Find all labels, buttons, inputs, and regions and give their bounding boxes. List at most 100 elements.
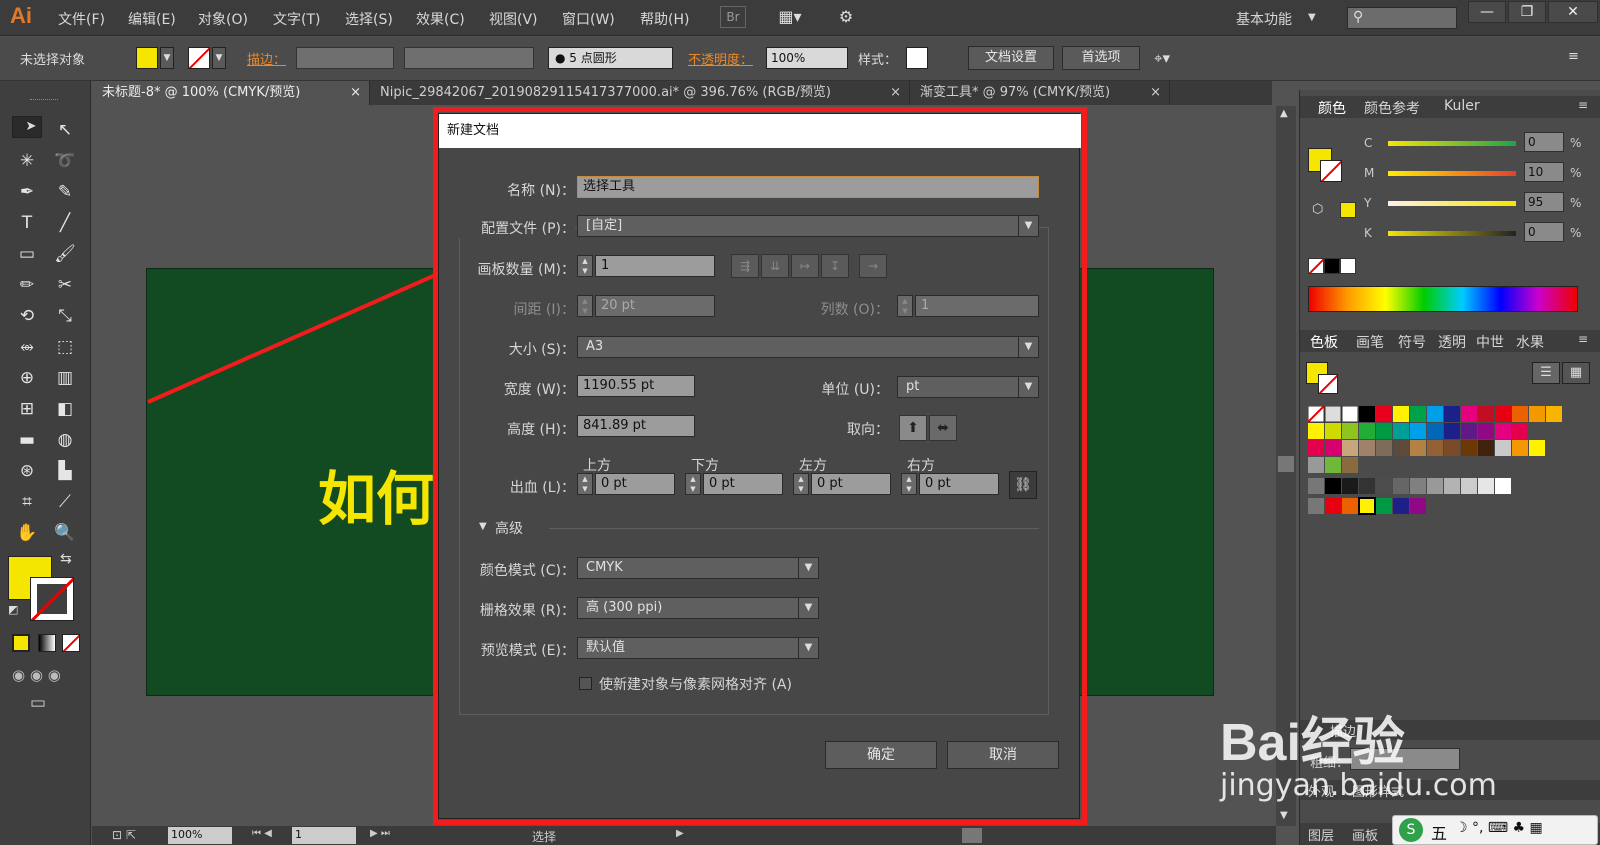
chevron-down-icon[interactable]: ▼ bbox=[479, 521, 487, 532]
opacity-link[interactable]: 不透明度： bbox=[688, 53, 753, 68]
artboard-tool-icon[interactable]: ⌗ bbox=[12, 488, 42, 516]
shape-builder-tool-icon[interactable]: ⊕ bbox=[12, 364, 42, 392]
ime-mode-label[interactable]: 五 bbox=[1431, 820, 1447, 844]
color-mode-select[interactable]: CMYK ▼ bbox=[577, 557, 819, 579]
measure-tool-icon[interactable]: ▬ bbox=[12, 426, 42, 454]
close-icon[interactable]: × bbox=[890, 81, 901, 105]
raster-effects-select[interactable]: 高 (300 ppi) ▼ bbox=[577, 597, 819, 619]
tab-gradient-tool[interactable]: 渐变工具* @ 97% (CMYK/预览) × bbox=[910, 81, 1170, 105]
unit-select[interactable]: pt ▼ bbox=[897, 376, 1039, 398]
close-icon[interactable]: × bbox=[350, 81, 361, 105]
tab-color[interactable]: 颜色 bbox=[1318, 98, 1346, 118]
profile-select[interactable]: [自定] ▼ bbox=[577, 215, 1039, 237]
bleed-right-input[interactable]: 0 pt bbox=[919, 473, 999, 495]
bleed-left-stepper[interactable]: ▲ ▼ bbox=[793, 473, 809, 495]
zoom-input[interactable]: 100% bbox=[168, 827, 232, 844]
channel-c-input[interactable]: 0 bbox=[1524, 132, 1564, 152]
bridge-icon[interactable]: Br bbox=[720, 6, 746, 28]
zoom-tool-icon[interactable]: 🔍 bbox=[50, 519, 80, 547]
canvas-headline[interactable]: 如何 bbox=[318, 452, 434, 536]
paintbrush-tool-icon[interactable]: 🖌 bbox=[50, 240, 80, 268]
artboards-stepper[interactable]: ▲ ▼ bbox=[577, 255, 593, 277]
tab-kuler[interactable]: Kuler bbox=[1444, 98, 1480, 114]
rotate-tool-icon[interactable]: ⟲ bbox=[12, 302, 42, 330]
grid-by-row-icon[interactable]: ⇶ bbox=[731, 254, 759, 278]
fill-color-swatch[interactable] bbox=[136, 47, 158, 69]
stroke-weight-field[interactable] bbox=[296, 47, 394, 69]
tab-swatch-lib-2[interactable]: 水果 bbox=[1516, 332, 1544, 352]
link-icon[interactable]: ⛓ bbox=[1009, 471, 1037, 499]
graphic-style-swatch[interactable] bbox=[906, 47, 928, 69]
document-setup-button[interactable]: 文档设置 bbox=[968, 46, 1054, 70]
symbol-sprayer-tool-icon[interactable]: ⊛ bbox=[12, 457, 42, 485]
none-mode-icon[interactable] bbox=[62, 634, 80, 652]
slice-tool-icon[interactable]: ⟋ bbox=[50, 488, 80, 516]
free-transform-tool-icon[interactable]: ⬚ bbox=[50, 333, 80, 361]
minimize-button[interactable]: — bbox=[1468, 1, 1506, 23]
channel-k-slider[interactable] bbox=[1388, 231, 1516, 236]
scroll-up-icon[interactable]: ▲ bbox=[1280, 108, 1288, 119]
curvature-pen-icon[interactable]: ✎ bbox=[50, 178, 80, 206]
brush-definition-select[interactable]: ● 5 点圆形 bbox=[548, 47, 673, 69]
none-swatch[interactable] bbox=[1308, 258, 1324, 274]
stroke-none-swatch[interactable] bbox=[188, 47, 210, 69]
size-select[interactable]: A3 ▼ bbox=[577, 336, 1039, 358]
swap-colors-icon[interactable]: ⇆ bbox=[60, 551, 72, 567]
stroke-link[interactable]: 描边： bbox=[247, 53, 286, 68]
tab-layers[interactable]: 图层 bbox=[1308, 825, 1334, 844]
last-artboard-icon[interactable]: ▶ ⏭ bbox=[370, 828, 390, 839]
menu-effect[interactable]: 效果(C) bbox=[416, 9, 465, 29]
lasso-tool-icon[interactable]: ➰ bbox=[50, 147, 80, 175]
cancel-button[interactable]: 取消 bbox=[947, 741, 1059, 769]
scissors-tool-icon[interactable]: ✂ bbox=[50, 271, 80, 299]
isolate-icon[interactable]: ⌖▾ bbox=[1154, 49, 1170, 67]
default-colors-icon[interactable]: ◩ bbox=[8, 603, 18, 616]
swatch-grid[interactable] bbox=[1308, 406, 1578, 516]
ok-button[interactable]: 确定 bbox=[825, 741, 937, 769]
panel-grip[interactable] bbox=[30, 99, 58, 102]
panel-menu-icon[interactable]: ≡ bbox=[1568, 49, 1579, 64]
chevron-down-icon[interactable]: ▼ bbox=[1308, 12, 1316, 23]
document-name-input[interactable]: 选择工具 bbox=[577, 176, 1039, 198]
draw-normal-icon[interactable]: ◉ ◉ ◉ bbox=[12, 666, 61, 684]
tab-transparency[interactable]: 透明 bbox=[1438, 332, 1466, 352]
width-input[interactable]: 1190.55 pt bbox=[577, 375, 695, 397]
channel-m-slider[interactable] bbox=[1388, 171, 1516, 176]
search-input[interactable]: ⚲ bbox=[1347, 7, 1457, 29]
black-swatch[interactable] bbox=[1324, 258, 1340, 274]
rectangle-tool-icon[interactable]: ▭ bbox=[12, 240, 42, 268]
pen-tool-icon[interactable]: ✒ bbox=[12, 178, 42, 206]
screen-mode-icon[interactable]: ▭ bbox=[30, 693, 46, 713]
portrait-icon[interactable]: ⬆ bbox=[899, 415, 927, 441]
in-gamut-swatch[interactable] bbox=[1340, 202, 1356, 218]
first-artboard-icon[interactable]: ⏮ ◀ bbox=[252, 828, 272, 839]
bleed-bottom-stepper[interactable]: ▲ ▼ bbox=[685, 473, 701, 495]
spacing-stepper[interactable]: ▲ ▼ bbox=[577, 295, 593, 317]
arrange-by-row-icon[interactable]: ↦ bbox=[791, 254, 819, 278]
type-tool-icon[interactable]: T bbox=[12, 209, 42, 237]
panel-menu-icon[interactable]: ≡ bbox=[1578, 332, 1588, 346]
artboard-number-input[interactable]: 1 bbox=[292, 827, 356, 844]
menu-view[interactable]: 视图(V) bbox=[489, 9, 538, 29]
artboards-input[interactable]: 1 bbox=[595, 255, 715, 277]
preview-mode-select[interactable]: 默认值 ▼ bbox=[577, 637, 819, 659]
arrange-by-column-icon[interactable]: ↧ bbox=[821, 254, 849, 278]
magic-wand-tool-icon[interactable]: ✳ bbox=[12, 147, 42, 175]
maximize-button[interactable]: ❐ bbox=[1508, 1, 1546, 23]
tab-artboards[interactable]: 画板 bbox=[1352, 825, 1378, 844]
menu-file[interactable]: 文件(F) bbox=[58, 9, 105, 29]
bleed-top-stepper[interactable]: ▲ ▼ bbox=[577, 473, 593, 495]
color-spectrum[interactable] bbox=[1308, 286, 1578, 312]
tab-brushes[interactable]: 画笔 bbox=[1356, 332, 1384, 352]
perspective-grid-tool-icon[interactable]: ▥ bbox=[50, 364, 80, 392]
ime-toolbar[interactable]: S 五 ☽ °, ⌨ ♣ ▦ bbox=[1392, 815, 1598, 845]
tab-nipic[interactable]: Nipic_29842067_20190829115417377000.ai* … bbox=[370, 81, 910, 105]
panel-menu-icon[interactable]: ≡ bbox=[1578, 98, 1588, 112]
scale-tool-icon[interactable]: ⤡ bbox=[50, 302, 80, 330]
artboard-nav-icon[interactable]: ⊡ ⇱ bbox=[112, 828, 136, 842]
blend-tool-icon[interactable]: ◍ bbox=[50, 426, 80, 454]
spacing-input[interactable]: 20 pt bbox=[595, 295, 715, 317]
swatch-stroke-preview[interactable] bbox=[1318, 374, 1338, 394]
stroke-label[interactable]: 描边： bbox=[247, 49, 286, 68]
direct-selection-tool-icon[interactable]: ↖ bbox=[50, 116, 80, 144]
